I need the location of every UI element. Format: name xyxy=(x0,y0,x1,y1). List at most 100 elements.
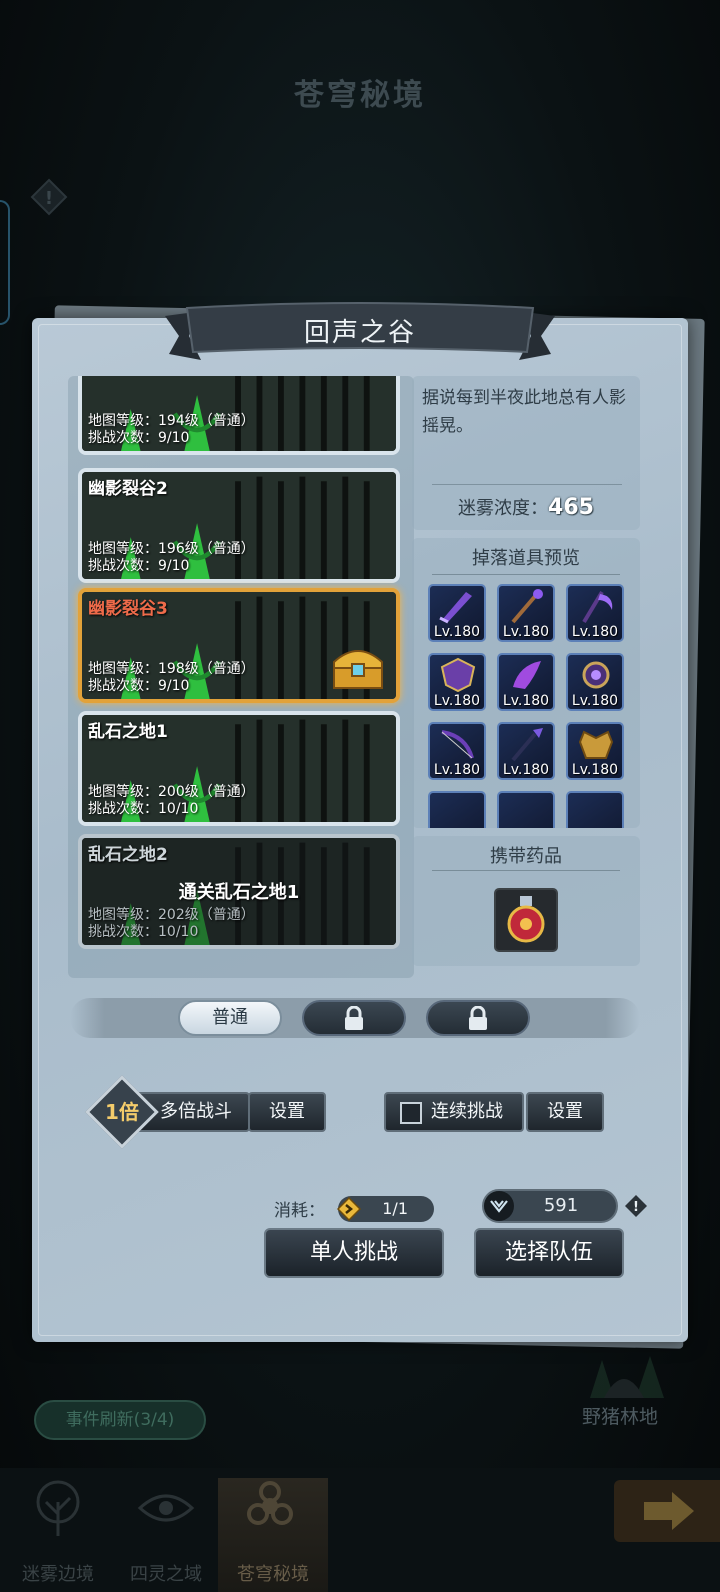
divider xyxy=(432,484,622,485)
drop-item[interactable]: Lv.180 xyxy=(428,584,486,642)
nav-tab-mist-border[interactable]: 迷雾边境 xyxy=(6,1478,110,1592)
drop-item[interactable]: Lv.180 xyxy=(566,722,624,780)
divider xyxy=(432,870,620,871)
map-card[interactable]: 幽影裂谷2 地图等级：196级（普通） 挑战次数：9/10 xyxy=(78,468,400,583)
potion-slot[interactable] xyxy=(494,888,558,952)
drop-preview[interactable]: 掉落道具预览 Lv.180 Lv.180 Lv.180 Lv.180 Lv.18… xyxy=(412,538,640,828)
map-info: 地图等级：194级（普通） 挑战次数：9/10 xyxy=(88,413,255,447)
map-info: 地图等级：198级（普通） 挑战次数：9/10 xyxy=(88,661,255,695)
map-name: 幽影裂谷3 xyxy=(88,599,168,619)
map-level: 地图等级：196级（普通） xyxy=(88,541,255,557)
item-level: Lv.180 xyxy=(502,762,550,778)
nav-label: 四灵之域 xyxy=(130,1564,202,1585)
drops-title: 掉落道具预览 xyxy=(472,548,580,569)
item-level: Lv.180 xyxy=(433,693,481,709)
drop-item[interactable]: Lv.180 xyxy=(428,653,486,711)
map-attempts: 挑战次数：10/10 xyxy=(88,924,199,940)
map-card[interactable]: 乱石之地1 地图等级：200级（普通） 挑战次数：10/10 xyxy=(78,711,400,826)
map-info: 地图等级：200级（普通） 挑战次数：10/10 xyxy=(88,784,255,818)
map-attempts: 挑战次数：9/10 xyxy=(88,558,190,574)
fog-value: 465 xyxy=(548,495,594,520)
difficulty-tab-normal[interactable]: 普通 xyxy=(178,1000,282,1036)
bow-icon xyxy=(441,730,474,759)
map-description: 据说每到半夜此地总有人影摇晃。 xyxy=(422,388,626,436)
svg-text:!: ! xyxy=(633,1200,639,1215)
item-level: Lv.180 xyxy=(571,762,619,778)
lock-icon xyxy=(345,1005,363,1030)
alert-icon[interactable]: ! xyxy=(30,178,68,216)
fog-density: 迷雾浓度：465 xyxy=(412,494,640,520)
continuous-settings-button[interactable]: 设置 xyxy=(526,1092,604,1132)
map-card-locked[interactable]: 乱石之地2 通关乱石之地1 地图等级：202级（普通） 挑战次数：10/10 xyxy=(78,834,400,949)
map-level: 地图等级：194级（普通） xyxy=(88,413,255,429)
item-level: Lv.180 xyxy=(502,693,550,709)
drop-item[interactable] xyxy=(566,791,624,828)
cost-label: 消耗： xyxy=(274,1201,325,1221)
map-node-label[interactable]: 野猪林地 xyxy=(582,1402,658,1429)
tree-icon xyxy=(36,1480,80,1536)
drop-item[interactable]: Lv.180 xyxy=(566,653,624,711)
side-drawer-tab[interactable] xyxy=(0,200,10,325)
map-attempts: 挑战次数：9/10 xyxy=(88,430,190,446)
shield-icon xyxy=(440,657,476,693)
item-level: Lv.180 xyxy=(571,624,619,640)
continuous-checkbox[interactable] xyxy=(400,1102,422,1124)
item-level: Lv.180 xyxy=(433,762,481,778)
nav-tab-four-spirits[interactable]: 四灵之域 xyxy=(114,1478,218,1592)
drop-item[interactable] xyxy=(428,791,486,828)
drop-item[interactable]: Lv.180 xyxy=(497,722,555,780)
map-attempts: 挑战次数：10/10 xyxy=(88,801,199,817)
item-level: Lv.180 xyxy=(502,624,550,640)
map-list[interactable]: 地图等级：194级（普通） 挑战次数：9/10 幽影裂谷2 地图等级：196级（… xyxy=(68,376,414,978)
drop-item[interactable] xyxy=(497,791,555,828)
multi-settings-button[interactable]: 设置 xyxy=(248,1092,326,1132)
power-icon xyxy=(484,1191,514,1221)
map-level: 地图等级：200级（普通） xyxy=(88,784,255,800)
panel-title: 回声之谷 xyxy=(303,318,416,348)
drop-item[interactable]: Lv.180 xyxy=(566,584,624,642)
arrow-right-icon xyxy=(644,1492,694,1530)
horn-icon xyxy=(513,661,541,689)
drop-item[interactable]: Lv.180 xyxy=(497,584,555,642)
map-info: 地图等级：202级（普通） 挑战次数：10/10 xyxy=(88,907,255,941)
staff-icon xyxy=(511,589,543,624)
difficulty-tab-locked[interactable] xyxy=(302,1000,406,1036)
map-name: 幽影裂谷2 xyxy=(88,479,168,499)
map-name: 乱石之地1 xyxy=(88,722,168,742)
scythe-icon xyxy=(582,590,613,624)
spear-icon xyxy=(511,728,543,762)
nav-label: 迷雾边境 xyxy=(22,1564,94,1585)
difficulty-tab-locked[interactable] xyxy=(426,1000,530,1036)
item-level: Lv.180 xyxy=(571,693,619,709)
map-card[interactable]: 地图等级：194级（普通） 挑战次数：9/10 xyxy=(78,376,400,455)
multiplier-value: 1倍 xyxy=(105,1100,139,1124)
potions-title: 携带药品 xyxy=(490,846,562,867)
select-team-button[interactable]: 选择队伍 xyxy=(474,1228,624,1278)
map-info: 地图等级：196级（普通） 挑战次数：9/10 xyxy=(88,541,255,575)
treasure-chest-icon xyxy=(333,650,383,689)
drop-item[interactable]: Lv.180 xyxy=(428,722,486,780)
nav-tab-sky-realm[interactable]: 苍穹秘境 xyxy=(218,1478,328,1592)
map-level: 地图等级：202级（普通） xyxy=(88,907,255,923)
blade-icon xyxy=(439,592,472,624)
biohazard-icon xyxy=(247,1481,293,1525)
drop-item[interactable]: Lv.180 xyxy=(497,653,555,711)
divider xyxy=(432,574,620,575)
next-arrow-button[interactable] xyxy=(614,1480,720,1542)
solo-challenge-button[interactable]: 单人挑战 xyxy=(264,1228,444,1278)
event-refresh-button[interactable]: 事件刷新(3/4) xyxy=(34,1400,206,1440)
forest-map-icon[interactable] xyxy=(582,1340,668,1402)
map-name: 乱石之地2 xyxy=(88,845,168,865)
alert-icon[interactable]: ! xyxy=(624,1194,648,1218)
page-title: 苍穹秘境 xyxy=(294,78,426,113)
map-attempts: 挑战次数：9/10 xyxy=(88,678,190,694)
unlock-requirement: 通关乱石之地1 xyxy=(178,882,300,903)
spirit-eye-icon xyxy=(137,1494,195,1522)
ticket-icon xyxy=(337,1197,361,1221)
item-level: Lv.180 xyxy=(433,624,481,640)
svg-text:!: ! xyxy=(45,188,53,209)
map-card-selected[interactable]: 幽影裂谷3 地图等级：198级（普通） 挑战次数：9/10 xyxy=(78,588,400,703)
fog-label: 迷雾浓度： xyxy=(458,498,549,519)
armor-icon xyxy=(578,730,614,759)
nav-label: 苍穹秘境 xyxy=(237,1564,309,1585)
